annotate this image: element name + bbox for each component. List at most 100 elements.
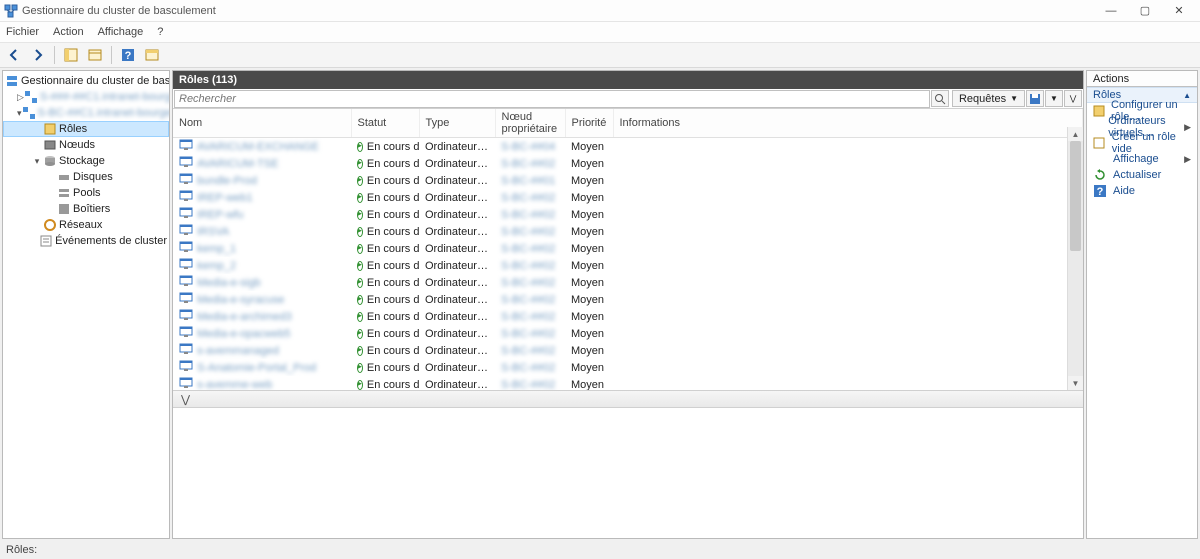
col-header-type[interactable]: Type (419, 109, 495, 138)
vm-icon (179, 360, 193, 375)
table-row[interactable]: kemp_2En cours d'exé…Ordinateur virtuelS… (173, 257, 1083, 274)
tree-node-reseaux[interactable]: Réseaux (3, 217, 169, 233)
nav-back-button[interactable] (4, 45, 24, 65)
close-button[interactable]: ✕ (1162, 0, 1196, 22)
cell-priority: Moyen (565, 257, 613, 274)
status-running-icon (357, 346, 363, 356)
detail-splitter[interactable]: ⋁ (173, 390, 1083, 408)
new-role-icon (1093, 136, 1106, 150)
tree-node-boitiers[interactable]: Boîtiers (3, 201, 169, 217)
cell-info (613, 155, 1083, 172)
cell-status: En cours d'exé… (357, 362, 413, 374)
tree-node-noeuds[interactable]: Nœuds (3, 137, 169, 153)
col-header-name[interactable]: Nom (173, 109, 351, 138)
cell-info (613, 291, 1083, 308)
menu-help[interactable]: ? (157, 26, 163, 38)
help-button[interactable]: ? (118, 45, 138, 65)
actions-pane: Actions Rôles ▲ Configurer un rôle… Ordi… (1086, 70, 1198, 539)
tree-node-events[interactable]: Événements de cluster (3, 233, 169, 249)
tree-cluster-2[interactable]: ▾ S-BC-##C1.intranet-bourges.fr (3, 105, 169, 121)
table-row[interactable]: bundle-ProdEn cours d'exé…Ordinateur vir… (173, 172, 1083, 189)
table-row[interactable]: S-Anatomie-Portal_ProdEn cours d'exé…Ord… (173, 359, 1083, 376)
refresh-icon (1093, 168, 1107, 182)
col-header-owner[interactable]: Nœud propriétaire (495, 109, 565, 138)
vm-name-text: IRSVA (197, 226, 229, 238)
grid-header-row[interactable]: Nom Statut Type Nœud propriétaire Priori… (173, 109, 1083, 138)
table-row[interactable]: Media-e-syracuseEn cours d'exé…Ordinateu… (173, 291, 1083, 308)
action-refresh[interactable]: Actualiser (1087, 167, 1197, 183)
cell-priority: Moyen (565, 274, 613, 291)
collapse-icon[interactable]: ▾ (31, 156, 43, 167)
tree-node-disques[interactable]: Disques (3, 169, 169, 185)
networks-icon (43, 218, 57, 232)
queries-button[interactable]: Requêtes ▼ (952, 90, 1025, 107)
scroll-thumb[interactable] (1070, 141, 1081, 251)
dropdown-button[interactable]: ▼ (1045, 90, 1063, 107)
tree-cluster-1[interactable]: ▷ S-###-##C1.intranet-bourges.fr (3, 89, 169, 105)
title-bar: Gestionnaire du cluster de basculement —… (0, 0, 1200, 22)
table-row[interactable]: s-avemmanagedEn cours d'exé…Ordinateur v… (173, 342, 1083, 359)
expand-icon[interactable]: ▷ (17, 92, 24, 103)
menu-file[interactable]: Fichier (6, 26, 39, 38)
cell-info (613, 325, 1083, 342)
vertical-scrollbar[interactable]: ▲ ▼ (1067, 127, 1083, 390)
action-help[interactable]: ? Aide (1087, 183, 1197, 199)
save-query-button[interactable] (1026, 90, 1044, 107)
action-create-empty-role[interactable]: Créer un rôle vide (1087, 135, 1197, 151)
roles-grid[interactable]: Nom Statut Type Nœud propriétaire Priori… (173, 109, 1083, 390)
cell-owner: S-BC-##02 (495, 240, 565, 257)
table-row[interactable]: IREP-web1En cours d'exé…Ordinateur virtu… (173, 189, 1083, 206)
col-header-status[interactable]: Statut (351, 109, 419, 138)
cell-priority: Moyen (565, 206, 613, 223)
status-text: En cours d'exé… (367, 328, 419, 340)
table-row[interactable]: AVARICUM-TSEEn cours d'exé…Ordinateur vi… (173, 155, 1083, 172)
table-row[interactable]: Media-e-sigbEn cours d'exé…Ordinateur vi… (173, 274, 1083, 291)
table-row[interactable]: Media-e-archimed3En cours d'exé…Ordinate… (173, 308, 1083, 325)
cell-name: s-avemme-web (179, 377, 345, 390)
tree-root[interactable]: Gestionnaire du cluster de basculement (3, 73, 169, 89)
cell-type: Ordinateur virtuel (419, 376, 495, 390)
col-header-info[interactable]: Informations (613, 109, 1083, 138)
table-row[interactable]: AVARICUM-EXCHANGEEn cours d'exé…Ordinate… (173, 138, 1083, 156)
vm-icon (179, 343, 193, 358)
tree-node-stockage[interactable]: ▾ Stockage (3, 153, 169, 169)
vm-name-text: S-Anatomie-Portal_Prod (197, 362, 316, 374)
cell-type: Ordinateur virtuel (419, 206, 495, 223)
expand-button[interactable]: ⋁ (1064, 90, 1082, 107)
cell-owner: S-BC-##04 (495, 138, 565, 156)
toolbar-button-2[interactable] (85, 45, 105, 65)
table-row[interactable]: kemp_1En cours d'exé…Ordinateur virtuelS… (173, 240, 1083, 257)
menu-bar: Fichier Action Affichage ? (0, 22, 1200, 42)
search-button[interactable] (931, 90, 949, 107)
menu-action[interactable]: Action (53, 26, 84, 38)
minimize-button[interactable]: — (1094, 0, 1128, 22)
pool-icon (57, 186, 71, 200)
status-text: En cours d'exé… (367, 192, 419, 204)
scroll-down-icon[interactable]: ▼ (1068, 376, 1083, 390)
cell-priority: Moyen (565, 325, 613, 342)
table-row[interactable]: Media-e-opacweb5En cours d'exé…Ordinateu… (173, 325, 1083, 342)
menu-view[interactable]: Affichage (98, 26, 144, 38)
tree-node-roles[interactable]: Rôles (3, 121, 169, 137)
cell-priority: Moyen (565, 189, 613, 206)
vm-icon (179, 139, 193, 154)
nav-forward-button[interactable] (28, 45, 48, 65)
storage-icon (43, 154, 57, 168)
table-row[interactable]: IREP-wfuEn cours d'exé…Ordinateur virtue… (173, 206, 1083, 223)
table-row[interactable]: s-avemme-webEn cours d'exé…Ordinateur vi… (173, 376, 1083, 390)
cell-info (613, 342, 1083, 359)
scroll-up-icon[interactable]: ▲ (1068, 127, 1083, 141)
status-running-icon (357, 176, 363, 186)
nav-tree[interactable]: Gestionnaire du cluster de basculement ▷… (3, 71, 169, 538)
maximize-button[interactable]: ▢ (1128, 0, 1162, 22)
action-display[interactable]: Affichage ▶ (1087, 151, 1197, 167)
show-hide-tree-button[interactable] (61, 45, 81, 65)
col-header-priority[interactable]: Priorité (565, 109, 613, 138)
toolbar-button-4[interactable] (142, 45, 162, 65)
tree-node-noeuds-label: Nœuds (59, 139, 95, 151)
vm-icon (179, 190, 193, 205)
status-running-icon (357, 329, 363, 339)
tree-node-pools[interactable]: Pools (3, 185, 169, 201)
search-input[interactable] (174, 90, 930, 108)
table-row[interactable]: IRSVAEn cours d'exé…Ordinateur virtuelS-… (173, 223, 1083, 240)
